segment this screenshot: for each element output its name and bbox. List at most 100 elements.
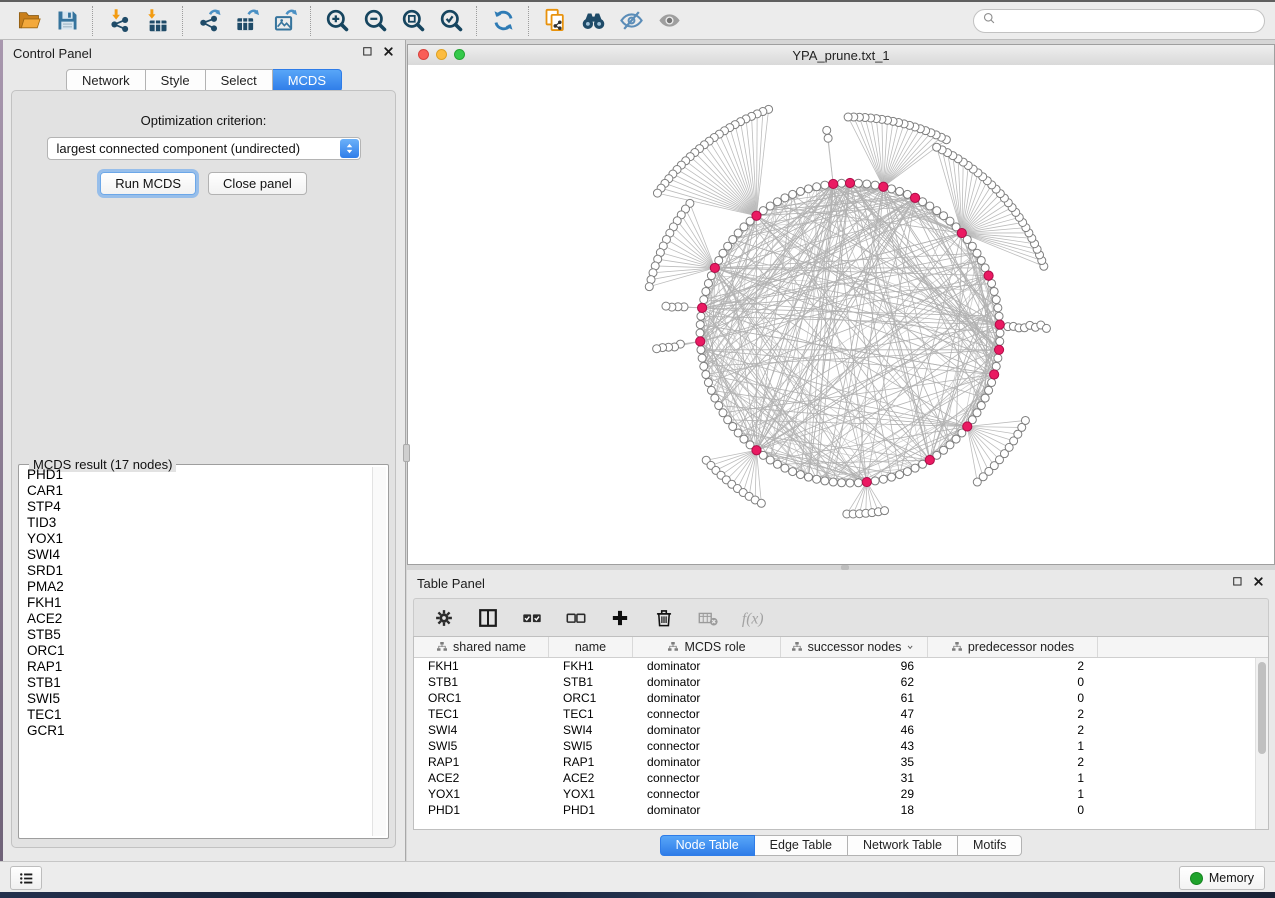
mcds-result-item[interactable]: RAP1 [21,659,372,675]
table-row[interactable]: RAP1RAP1dominator352 [414,754,1268,770]
network-canvas[interactable] [408,65,1274,564]
save-session-button[interactable] [48,5,86,37]
table-row[interactable]: SWI4SWI4dominator462 [414,722,1268,738]
run-mcds-button[interactable]: Run MCDS [100,172,196,195]
minimize-window-light[interactable] [436,49,447,60]
close-panel-icon[interactable] [382,45,395,61]
cell: ACE2 [549,770,633,786]
zoom-fit-button[interactable] [394,5,432,37]
show-details-eye-icon [656,7,683,34]
table-tabs: Node TableEdge TableNetwork TableMotifs [407,835,1275,856]
vertical-splitter-handle[interactable] [403,444,410,462]
close-panel-button[interactable]: Close panel [208,172,307,195]
float-panel-icon [1231,575,1244,588]
close-panel-icon[interactable] [1252,575,1265,591]
tab-network-table[interactable]: Network Table [848,835,958,856]
mcds-result-list[interactable]: PHD1CAR1STP4TID3YOX1SWI4SRD1PMA2FKH1ACE2… [21,467,372,836]
table-scrollbar-thumb[interactable] [1258,662,1266,754]
hide-details-eye-button[interactable] [612,5,650,37]
import-table-button[interactable] [138,5,176,37]
network-window-titlebar: YPA_prune.txt_1 [408,45,1274,66]
tab-network[interactable]: Network [66,69,146,92]
cell: SWI4 [549,722,633,738]
zoom-out-button[interactable] [356,5,394,37]
mcds-result-item[interactable]: SWI4 [21,547,372,563]
tab-select[interactable]: Select [206,69,273,92]
export-network-button[interactable] [190,5,228,37]
mcds-result-item[interactable]: FKH1 [21,595,372,611]
table-row[interactable]: PHD1PHD1dominator180 [414,802,1268,818]
column-header-predecessor-nodes[interactable]: predecessor nodes [928,637,1098,657]
add-column-button[interactable] [608,606,632,630]
close-panel-icon [382,45,395,58]
mcds-result-item[interactable]: PHD1 [21,467,372,483]
export-table-button[interactable] [228,5,266,37]
refresh-button[interactable] [484,5,522,37]
column-header-name[interactable]: name [549,637,633,657]
memory-button[interactable]: Memory [1179,866,1265,890]
zoom-out-icon [362,7,389,34]
cell: 47 [781,706,928,722]
show-panels-list-button[interactable] [10,866,42,890]
search-window-button[interactable] [574,5,612,37]
table-row[interactable]: STB1STB1dominator620 [414,674,1268,690]
export-image-button[interactable] [266,5,304,37]
column-header-MCDS-role[interactable]: MCDS role [633,637,781,657]
mcds-result-item[interactable]: TEC1 [21,707,372,723]
mcds-result-item[interactable]: STB1 [21,675,372,691]
tab-style[interactable]: Style [146,69,206,92]
table-row[interactable]: FKH1FKH1dominator962 [414,658,1268,674]
float-panel-icon[interactable] [1231,575,1244,591]
optimization-criterion-select[interactable]: largest connected component (undirected) [47,137,361,160]
search-window-icon [580,7,607,34]
close-window-light[interactable] [418,49,429,60]
column-header-shared-name[interactable]: shared name [414,637,549,657]
mcds-result-item[interactable]: STB5 [21,627,372,643]
delete-column-button[interactable] [652,606,676,630]
mcds-result-item[interactable]: PMA2 [21,579,372,595]
column-pane-button[interactable] [476,606,500,630]
column-label: shared name [453,640,526,654]
table-scrollbar[interactable] [1255,658,1268,829]
table-row[interactable]: ORC1ORC1dominator610 [414,690,1268,706]
tab-mcds[interactable]: MCDS [273,69,342,92]
table-row[interactable]: TEC1TEC1connector472 [414,706,1268,722]
tab-edge-table[interactable]: Edge Table [755,835,848,856]
select-all-button[interactable] [520,606,544,630]
tab-motifs[interactable]: Motifs [958,835,1022,856]
mcds-result-item[interactable]: SWI5 [21,691,372,707]
zoom-in-button[interactable] [318,5,356,37]
open-file-button[interactable] [10,5,48,37]
search-input[interactable] [1002,13,1256,29]
optimization-criterion-value: largest connected component (undirected) [57,141,301,156]
cell: 2 [928,706,1098,722]
float-panel-icon[interactable] [361,45,374,61]
table-row[interactable]: YOX1YOX1connector291 [414,786,1268,802]
mcds-list-scrollbar[interactable] [372,467,386,836]
zoom-selected-button[interactable] [432,5,470,37]
column-header-successor-nodes[interactable]: successor nodes [781,637,928,657]
mcds-result-item[interactable]: ACE2 [21,611,372,627]
mcds-result-item[interactable]: CAR1 [21,483,372,499]
deselect-all-button[interactable] [564,606,588,630]
mcds-result-item[interactable]: YOX1 [21,531,372,547]
tree-icon [951,641,963,653]
mcds-result-item[interactable]: SRD1 [21,563,372,579]
search-box[interactable] [973,9,1265,33]
mcds-result-item[interactable]: ORC1 [21,643,372,659]
cell: 62 [781,674,928,690]
table-row[interactable]: ACE2ACE2connector311 [414,770,1268,786]
optimization-criterion-label: Optimization criterion: [12,113,395,128]
table-row[interactable]: SWI5SWI5connector431 [414,738,1268,754]
mcds-result-item[interactable]: STP4 [21,499,372,515]
cell: dominator [633,674,781,690]
mcds-result-item[interactable]: TID3 [21,515,372,531]
search-icon [982,11,997,31]
import-network-button[interactable] [100,5,138,37]
function-builder-icon: f(x) [741,607,763,629]
clone-network-button[interactable] [536,5,574,37]
settings-gear-button[interactable] [432,606,456,630]
maximize-window-light[interactable] [454,49,465,60]
mcds-result-item[interactable]: GCR1 [21,723,372,739]
tab-node-table[interactable]: Node Table [660,835,755,856]
